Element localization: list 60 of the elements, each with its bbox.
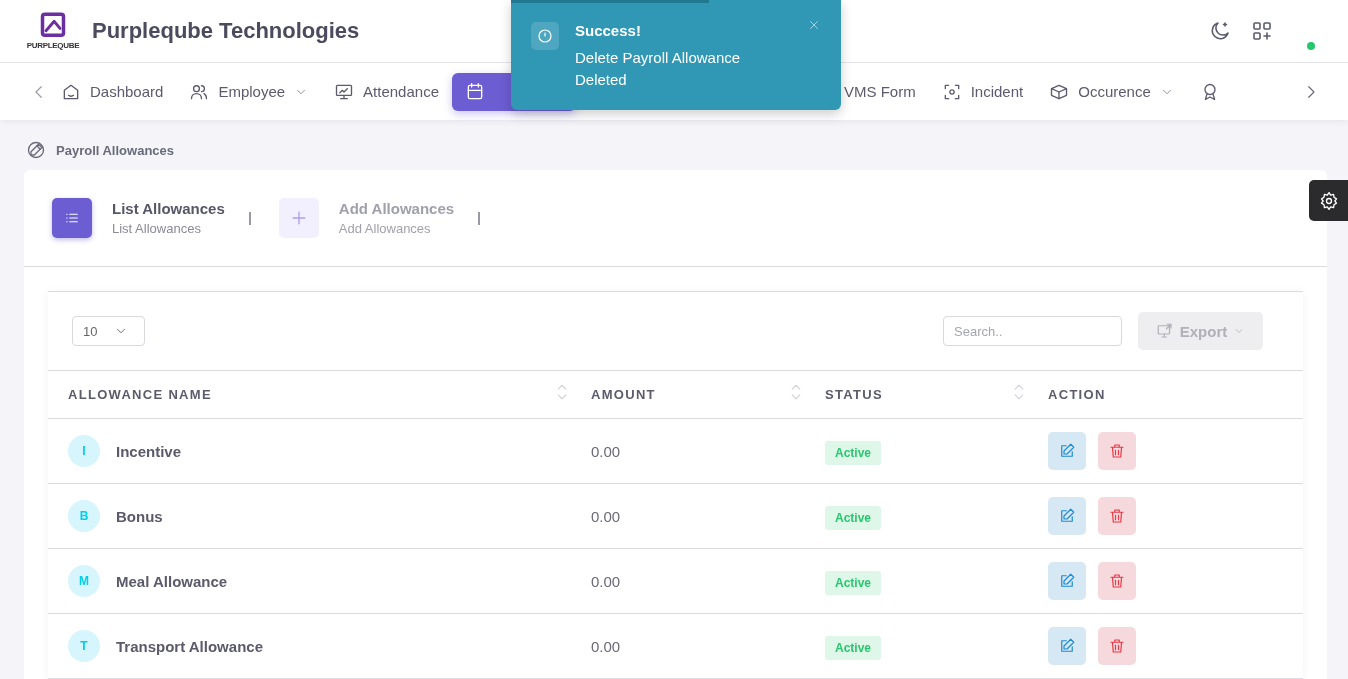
allowance-name: Transport Allowance bbox=[116, 637, 263, 655]
trash-icon bbox=[1108, 507, 1126, 525]
export-monitor-icon bbox=[1155, 322, 1174, 340]
amount-cell: 0.00 bbox=[591, 637, 621, 655]
apps-button[interactable] bbox=[1250, 19, 1274, 43]
edit-button[interactable] bbox=[1048, 497, 1086, 535]
edit-button[interactable] bbox=[1048, 627, 1086, 665]
info-circle-icon bbox=[536, 27, 554, 45]
edit-icon bbox=[1058, 637, 1076, 655]
column-header: ALLOWANCE NAME bbox=[68, 387, 212, 402]
status-badge: Active bbox=[825, 570, 882, 595]
nav-item[interactable]: Incident bbox=[928, 72, 1037, 111]
grid-plus-icon bbox=[1250, 19, 1274, 43]
initial-avatar: B bbox=[68, 500, 100, 532]
amount-cell: 0.00 bbox=[591, 442, 621, 460]
allowance-name: Meal Allowance bbox=[116, 572, 228, 590]
step-tab[interactable]: List Allowances List Allowances bbox=[52, 198, 225, 238]
company-name: Purpleqube Technologies bbox=[92, 18, 360, 44]
delete-button[interactable] bbox=[1098, 497, 1136, 535]
trash-icon bbox=[1108, 572, 1126, 590]
nav-item[interactable]: Employee bbox=[176, 72, 322, 111]
initial-avatar: T bbox=[68, 630, 100, 662]
delete-button[interactable] bbox=[1098, 432, 1136, 470]
toast-title: Success! bbox=[575, 22, 642, 39]
column-header: ACTION bbox=[1048, 387, 1106, 402]
edit-icon bbox=[1058, 507, 1076, 525]
delete-button[interactable] bbox=[1098, 627, 1136, 665]
logo-text: PURPLEQUBE bbox=[26, 41, 80, 50]
settings-button[interactable] bbox=[1309, 180, 1348, 221]
breadcrumb-title: Payroll Allowances bbox=[56, 142, 174, 158]
close-icon bbox=[807, 18, 821, 32]
search-field[interactable]: Search.. bbox=[943, 316, 1122, 346]
amount-cell: 0.00 bbox=[591, 507, 621, 525]
amount-cell: 0.00 bbox=[591, 572, 621, 590]
toast-message: Delete Payroll Allowance Deleted bbox=[575, 48, 742, 90]
nav-item[interactable]: Dashboard bbox=[48, 72, 177, 111]
nav-item[interactable]: Occurence bbox=[1036, 72, 1187, 111]
initial-avatar: I bbox=[68, 435, 100, 467]
initial-avatar: M bbox=[68, 565, 100, 597]
status-badge: Active bbox=[825, 440, 882, 465]
trash-icon bbox=[1108, 442, 1126, 460]
status-badge: Active bbox=[825, 635, 882, 660]
close-button[interactable] bbox=[807, 18, 821, 32]
edit-button[interactable] bbox=[1048, 432, 1086, 470]
allowance-name: Incentive bbox=[116, 442, 182, 460]
delete-button[interactable] bbox=[1098, 562, 1136, 600]
allowance-name: Bonus bbox=[116, 507, 163, 525]
page-size-select[interactable]: 10 bbox=[72, 316, 145, 346]
nav-item[interactable]: Attendance bbox=[321, 72, 452, 111]
column-header: STATUS bbox=[825, 387, 883, 402]
status-badge: Active bbox=[825, 505, 882, 530]
pencil-icon bbox=[26, 140, 46, 160]
logo-square-icon bbox=[39, 12, 67, 40]
edit-button[interactable] bbox=[1048, 562, 1086, 600]
calendar-icon bbox=[465, 81, 485, 102]
trash-icon bbox=[1108, 637, 1126, 655]
edit-icon bbox=[1058, 572, 1076, 590]
column-header: AMOUNT bbox=[591, 387, 656, 402]
edit-icon bbox=[1058, 442, 1076, 460]
settings-icon bbox=[1318, 190, 1339, 211]
